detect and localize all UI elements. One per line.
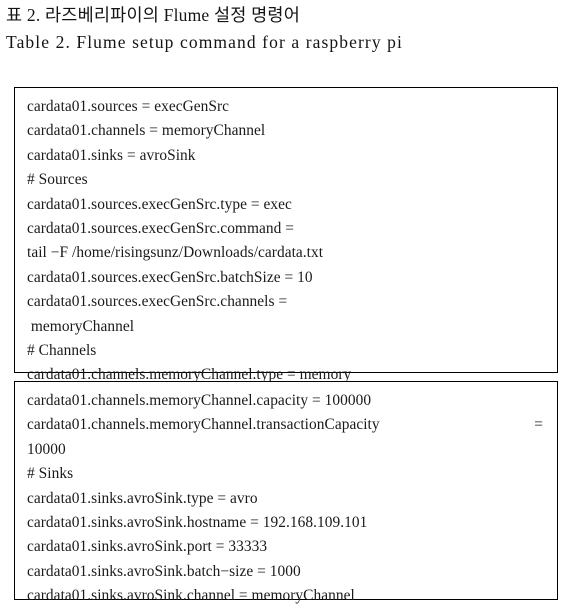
config-code-block-1: cardata01.sources = execGenSrc cardata01… [14, 87, 558, 383]
code-line: memoryChannel [27, 317, 135, 335]
code-line: cardata01.channels.memoryChannel.capacit… [27, 392, 372, 409]
code-line: # Channels [27, 342, 97, 360]
code-line: cardata01.sources.execGenSrc.channels = [27, 293, 288, 311]
code-line: cardata01.sources = execGenSrc [27, 98, 230, 115]
caption-korean: 표 2. 라즈베리파이의 Flume 설정 명령어 [6, 5, 301, 25]
code-line: tail −F /home/risingsunz/Downloads/carda… [27, 244, 324, 262]
code-line: cardata01.sources.execGenSrc.type = exec [27, 195, 292, 213]
code-line: cardata01.sinks = avroSink [27, 146, 196, 164]
code-line: cardata01.sources.execGenSrc.batchSize =… [27, 268, 313, 286]
code-line: 10000 [27, 440, 66, 458]
code-line: # Sinks [27, 465, 74, 483]
code-line: cardata01.sinks.avroSink.hostname = 192.… [27, 514, 368, 532]
code-line: cardata01.sinks.avroSink.type = avro [27, 489, 258, 507]
code-line-justified: cardata01.channels.memoryChannel.transac… [27, 413, 547, 437]
caption-english: Table 2. Flume setup command for a raspb… [6, 32, 403, 52]
code-line: cardata01.sinks.avroSink.port = 33333 [27, 538, 268, 556]
code-line: cardata01.channels = memoryChannel [27, 122, 266, 140]
code-line-head: cardata01.channels.memoryChannel.transac… [27, 416, 380, 434]
code-line: # Sources [27, 171, 88, 189]
code-line: cardata01.sinks.avroSink.channel = memor… [27, 587, 355, 605]
code-line: cardata01.sources.execGenSrc.command = [27, 220, 294, 238]
table-caption: 표 2. 라즈베리파이의 Flume 설정 명령어 Table 2. Flume… [6, 2, 572, 56]
code-line-trailing-equals: = [534, 416, 543, 434]
config-code-block-2: cardata01.channels.memoryChannel.capacit… [14, 381, 558, 604]
code-line: cardata01.sinks.avroSink.batch−size = 10… [27, 562, 301, 580]
